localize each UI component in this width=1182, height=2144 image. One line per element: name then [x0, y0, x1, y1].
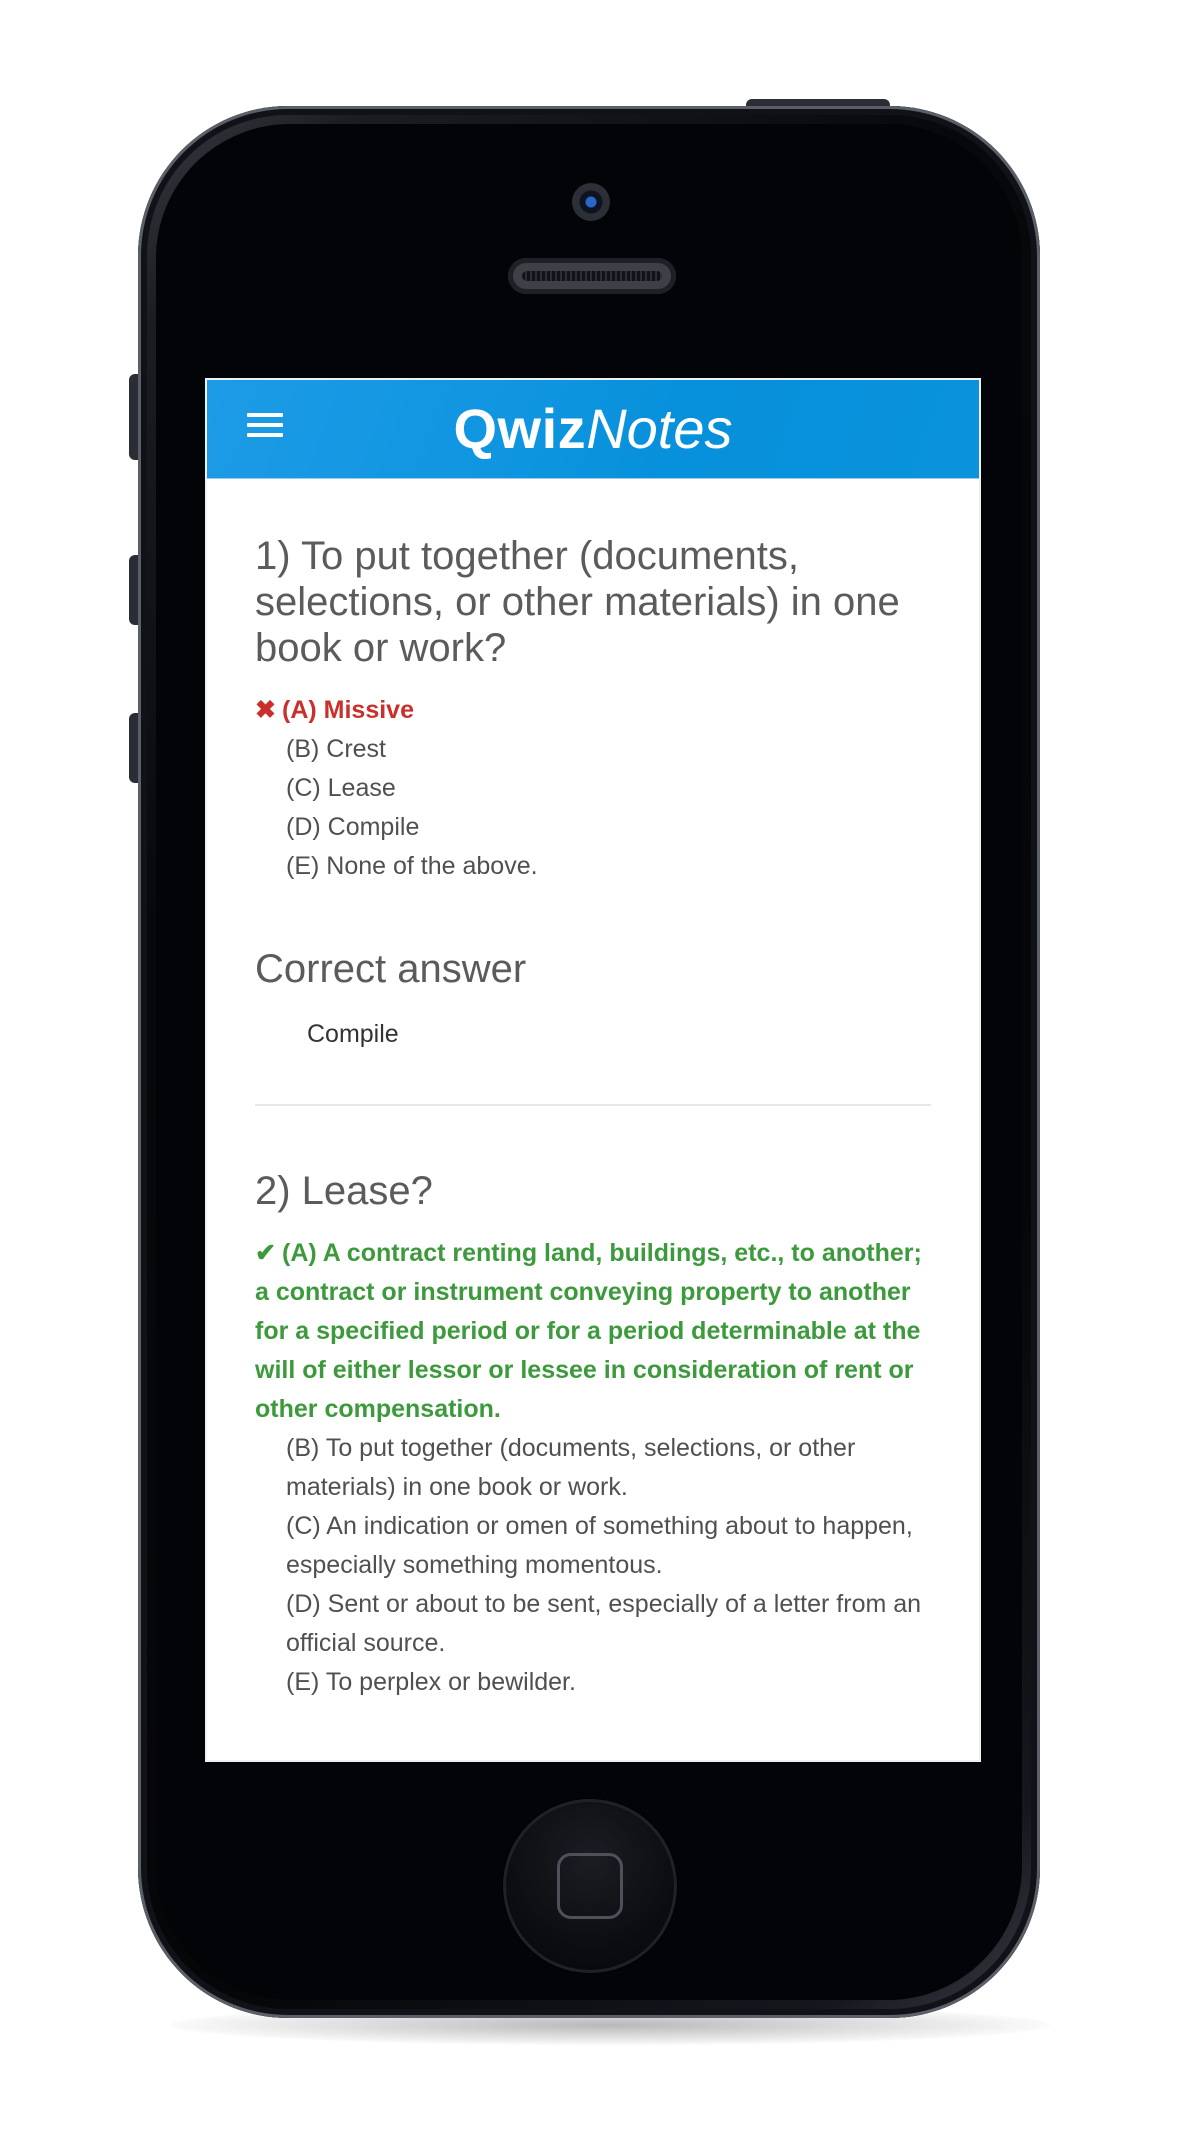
- question-title: 2) Lease?: [255, 1169, 433, 1213]
- selected-option-correct[interactable]: ✔ (A) A contract renting land, buildings,…: [255, 1234, 931, 1429]
- option-d[interactable]: (D) Sent or about to be sent, especially…: [255, 1585, 931, 1663]
- correct-answer-value: Compile: [307, 1020, 399, 1048]
- option-b[interactable]: (B) To put together (documents, selectio…: [255, 1429, 931, 1507]
- question-title: 1) To put together (documents, selection…: [255, 534, 900, 670]
- option-d[interactable]: (D) Compile: [255, 808, 931, 847]
- quiz-content: 1) To put together (documents, selection…: [207, 479, 979, 1702]
- app-header: QwizNotes: [207, 380, 979, 479]
- question-1: 1) To put together (documents, selection…: [255, 533, 931, 1052]
- check-icon: ✔: [255, 1239, 276, 1267]
- option-c[interactable]: (C) Lease: [255, 769, 931, 808]
- option-label: (A) Missive: [282, 696, 414, 724]
- app-logo: QwizNotes: [207, 392, 979, 466]
- option-e[interactable]: (E) None of the above.: [255, 847, 931, 886]
- option-label: (A) A contract renting land, buildings, …: [255, 1239, 922, 1423]
- cross-icon: ✖: [255, 696, 276, 724]
- question-2: 2) Lease? ✔ (A) A contract renting land, …: [255, 1168, 931, 1702]
- logo-strong-text: Qwiz: [453, 397, 587, 460]
- question-divider: [255, 1104, 931, 1106]
- option-b[interactable]: (B) Crest: [255, 730, 931, 769]
- option-e[interactable]: (E) To perplex or bewilder.: [255, 1663, 931, 1702]
- front-camera-icon: [572, 183, 610, 221]
- correct-answer-heading: Correct answer: [255, 947, 527, 991]
- logo-light-text: Notes: [586, 397, 733, 460]
- earpiece-speaker: [508, 258, 676, 294]
- home-square-icon: [557, 1853, 623, 1919]
- selected-option-wrong[interactable]: ✖ (A) Missive: [255, 691, 931, 730]
- option-c[interactable]: (C) An indication or omen of something a…: [255, 1507, 931, 1585]
- phone-screen: QwizNotes 1) To put together (documents,…: [205, 378, 981, 1762]
